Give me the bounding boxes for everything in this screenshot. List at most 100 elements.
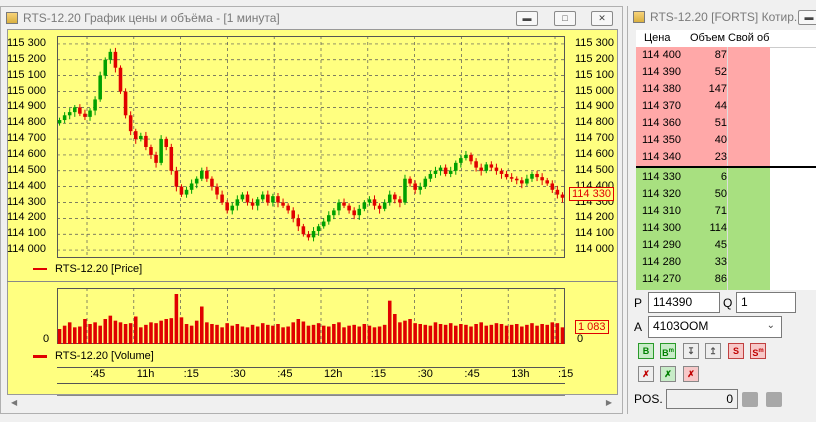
volume-chart[interactable]	[57, 288, 565, 344]
ask-volume: 40	[714, 134, 727, 146]
sell-stop-button[interactable]: ↥	[705, 343, 721, 359]
volume-bar	[443, 324, 448, 344]
volume-bar	[144, 324, 148, 344]
price-field[interactable]: 114390	[648, 292, 720, 313]
volume-bar	[250, 324, 255, 344]
price-tick-right: 115 200	[575, 52, 614, 65]
orderbook-minimize-button[interactable]: ▬	[798, 10, 816, 25]
buy-button[interactable]: B	[638, 343, 654, 359]
header-price[interactable]: Цена	[644, 32, 670, 44]
orderbook-titlebar[interactable]: RTS-12.20 [FORTS] Котир...	[628, 6, 816, 28]
horizontal-scrollbar[interactable]: ◀ ▶	[7, 397, 618, 411]
candle-body	[469, 154, 473, 162]
volume-bar	[469, 326, 473, 344]
candle-body	[200, 170, 204, 179]
bid-row[interactable]: 114 320 50	[636, 186, 770, 203]
maximize-button[interactable]: □	[554, 11, 576, 26]
ask-row[interactable]: 114 400 87	[636, 47, 770, 64]
time-tick: :45	[277, 368, 293, 380]
candle-body	[311, 231, 316, 238]
volume-bar	[169, 318, 174, 344]
candle-body	[235, 199, 240, 206]
price-tick-right: 114 500	[575, 163, 614, 176]
volume-bar	[291, 322, 295, 344]
candle-body	[240, 194, 245, 200]
price-tick-left: 114 600	[7, 147, 46, 160]
price-tick-right: 115 100	[575, 68, 614, 81]
volume-bar	[357, 326, 362, 344]
minimize-button[interactable]: ▬	[516, 11, 538, 26]
ask-row[interactable]: 114 380 147	[636, 81, 770, 98]
cancel-buy-button[interactable]: ✗	[660, 366, 676, 382]
candle-body	[88, 110, 92, 117]
candle-body	[327, 215, 331, 222]
bid-volume: 71	[714, 205, 727, 217]
close-button[interactable]: ✕	[591, 11, 613, 26]
bid-row[interactable]: 114 290 45	[636, 237, 770, 254]
candle-body	[144, 135, 148, 147]
candle-body	[230, 205, 235, 211]
ask-price: 114 390	[642, 66, 681, 78]
candle-body	[245, 194, 250, 203]
ask-price: 114 400	[642, 49, 681, 61]
header-own-volume[interactable]: Свой об	[728, 32, 769, 44]
sell-button[interactable]: S	[728, 343, 744, 359]
volume-bar	[535, 325, 539, 344]
close-position-button[interactable]	[742, 392, 758, 407]
candle-body	[423, 178, 428, 187]
candle-body	[205, 170, 209, 179]
scroll-right-arrow[interactable]: ▶	[606, 398, 612, 407]
bid-row[interactable]: 114 270 86	[636, 271, 770, 288]
price-chart[interactable]	[57, 36, 565, 258]
ask-row[interactable]: 114 350 40	[636, 132, 770, 149]
volume-bar	[560, 327, 565, 344]
bid-row[interactable]: 114 310 71	[636, 203, 770, 220]
buy-market-button[interactable]: Bm	[660, 343, 676, 359]
bid-volume: 114	[709, 222, 727, 234]
candle-body	[103, 59, 108, 76]
price-legend-label: RTS-12.20 [Price]	[55, 263, 143, 275]
candle-body	[418, 186, 422, 190]
price-tick-right: 114 000	[575, 243, 614, 256]
price-tick-left: 115 100	[7, 68, 46, 81]
chart-window-icon	[6, 12, 18, 24]
volume-bar	[266, 324, 270, 344]
volume-bar	[327, 326, 331, 344]
bid-row[interactable]: 114 280 33	[636, 254, 770, 271]
qty-field[interactable]: 1	[736, 292, 796, 313]
volume-bar	[108, 315, 113, 344]
volume-bar	[509, 324, 514, 344]
cancel-all-button[interactable]: ✗	[638, 366, 654, 382]
volume-bar	[276, 324, 280, 344]
volume-bar	[448, 323, 453, 344]
ask-volume: 52	[714, 66, 727, 78]
candle-body	[128, 115, 133, 132]
volume-bar	[210, 324, 214, 344]
scroll-left-arrow[interactable]: ◀	[11, 398, 17, 407]
buy-stop-button[interactable]: ↧	[683, 343, 699, 359]
volume-bar	[133, 316, 138, 344]
candle-body	[250, 202, 255, 206]
header-volume[interactable]: Объем	[690, 32, 725, 44]
volume-bar	[245, 327, 250, 344]
price-tick-left: 115 300	[7, 36, 46, 49]
time-tick: 12h	[324, 368, 343, 380]
candle-body	[387, 194, 392, 203]
volume-bar	[555, 323, 560, 344]
candle-body	[93, 99, 97, 111]
ask-row[interactable]: 114 340 23	[636, 149, 770, 166]
cancel-sell-button[interactable]: ✗	[683, 366, 699, 382]
candle-body	[113, 51, 118, 68]
volume-bar	[123, 324, 128, 344]
candle-body	[154, 154, 158, 163]
ask-row[interactable]: 114 390 52	[636, 64, 770, 81]
bid-volume: 45	[714, 239, 727, 251]
ask-row[interactable]: 114 360 51	[636, 115, 770, 132]
bid-row[interactable]: 114 330 6	[636, 169, 770, 186]
ask-row[interactable]: 114 370 44	[636, 98, 770, 115]
sell-market-button[interactable]: Sm	[750, 343, 766, 359]
bid-row[interactable]: 114 300 114	[636, 220, 770, 237]
account-select[interactable]: 4103OOM ⌄	[648, 316, 782, 338]
reverse-position-button[interactable]	[766, 392, 782, 407]
candle-body	[530, 173, 534, 179]
